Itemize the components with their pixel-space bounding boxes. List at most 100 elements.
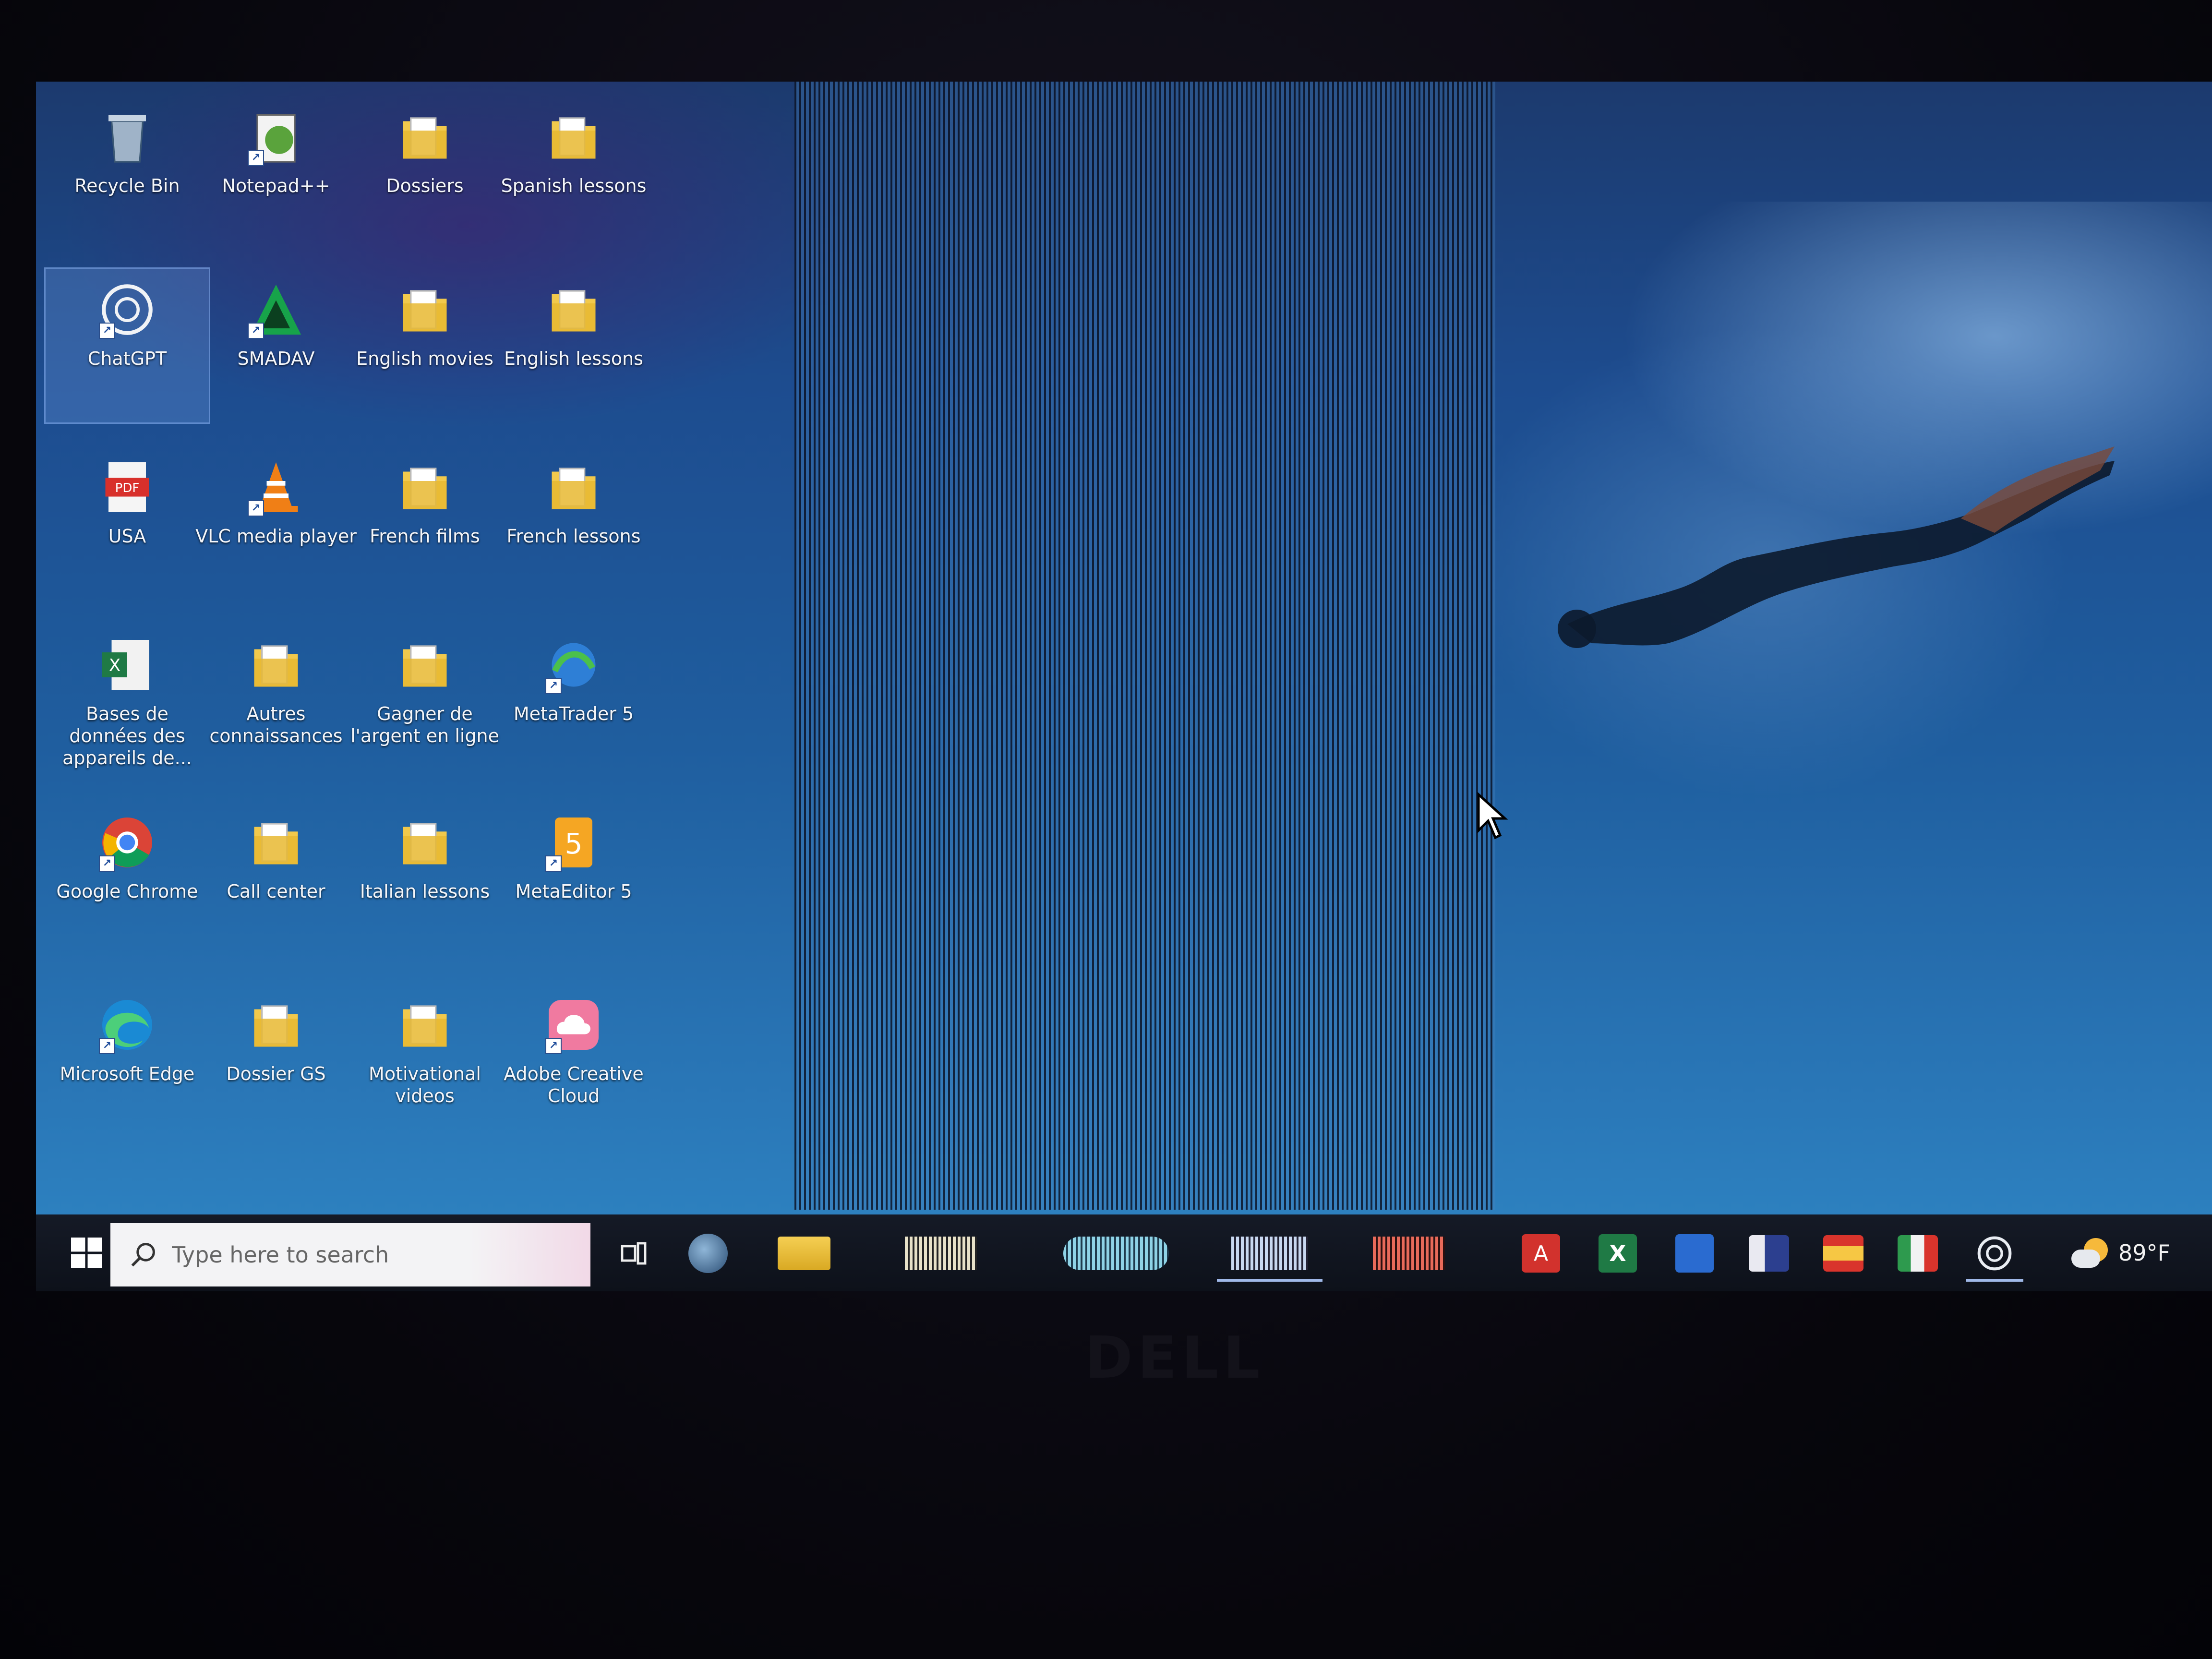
shortcut-arrow-icon: ↗ bbox=[248, 500, 264, 517]
folder-icon bbox=[394, 811, 456, 874]
desktop-icon-label: English movies bbox=[356, 348, 493, 369]
shortcut-arrow-icon: ↗ bbox=[99, 323, 115, 339]
task-view-button[interactable] bbox=[607, 1225, 660, 1282]
desktop-icon-label: Spanish lessons bbox=[501, 175, 647, 196]
display-artifact-stripes bbox=[794, 82, 1495, 1210]
folder-icon bbox=[542, 278, 605, 341]
desktop-icon[interactable]: ↗ Adobe Creative Cloud bbox=[492, 984, 655, 1138]
edge-icon: ↗ bbox=[96, 994, 158, 1056]
desktop-icon-label: Autres connaissances bbox=[209, 703, 343, 746]
desktop-icon[interactable]: ↗ SMADAV bbox=[194, 269, 358, 422]
weather-temperature: 89°F bbox=[2118, 1240, 2170, 1266]
desktop-icon[interactable]: Call center bbox=[194, 802, 358, 955]
desktop-icon[interactable]: ↗ ChatGPT bbox=[44, 267, 210, 424]
flag-folder-icon bbox=[1823, 1235, 1863, 1272]
metaeditor-icon: 5 ↗ bbox=[542, 811, 605, 874]
desktop-icon-label: Gagner de l'argent en ligne bbox=[350, 703, 500, 746]
desktop-icon-label: Motivational videos bbox=[369, 1063, 481, 1106]
shortcut-arrow-icon: ↗ bbox=[545, 1038, 562, 1054]
desktop-icon[interactable]: English movies bbox=[343, 269, 506, 422]
desktop-icon[interactable]: X Bases de données des appareils de... bbox=[46, 624, 209, 778]
taskbar-italian-folder[interactable] bbox=[1887, 1225, 1949, 1282]
weather-widget[interactable]: 89°F bbox=[2071, 1224, 2170, 1282]
windows-logo-icon bbox=[71, 1238, 102, 1268]
app-icon bbox=[1063, 1237, 1169, 1270]
chrome-icon: ↗ bbox=[96, 811, 158, 874]
desktop-icon[interactable]: PDF USA bbox=[46, 446, 209, 600]
shortcut-arrow-icon: ↗ bbox=[248, 323, 264, 339]
taskbar: A X 89°F bbox=[36, 1214, 2212, 1291]
desktop-icon[interactable]: French films bbox=[343, 446, 506, 600]
desktop-icon[interactable]: Italian lessons bbox=[343, 802, 506, 955]
shortcut-arrow-icon: ↗ bbox=[99, 855, 115, 872]
creative-cloud-icon: ↗ bbox=[542, 994, 605, 1056]
taskbar-spanish-folder[interactable] bbox=[1812, 1225, 1875, 1282]
taskbar-acrobat[interactable]: A bbox=[1510, 1225, 1572, 1282]
active-window-indicator bbox=[1217, 1279, 1322, 1282]
desktop-icon[interactable]: ↗ Google Chrome bbox=[46, 802, 209, 955]
excel-icon: X bbox=[1599, 1234, 1637, 1273]
desktop-icon[interactable]: ↗ VLC media player bbox=[194, 446, 358, 600]
flag-folder-icon bbox=[1749, 1235, 1789, 1272]
taskbar-excel[interactable]: X bbox=[1587, 1225, 1649, 1282]
desktop-icon[interactable]: Recycle Bin bbox=[46, 96, 209, 250]
shortcut-arrow-icon: ↗ bbox=[545, 678, 562, 694]
svg-text:5: 5 bbox=[565, 828, 582, 860]
desktop-icon[interactable]: Dossiers bbox=[343, 96, 506, 250]
folder-icon bbox=[778, 1237, 830, 1270]
mouse-cursor bbox=[1477, 792, 1508, 840]
folder-icon bbox=[245, 811, 307, 874]
recycle-bin-icon bbox=[96, 106, 158, 168]
taskbar-app-window-4[interactable] bbox=[1361, 1225, 1457, 1282]
taskbar-english-folder[interactable] bbox=[1738, 1225, 1800, 1282]
taskbar-app-window-1[interactable] bbox=[895, 1225, 986, 1282]
desktop-screen[interactable]: Recycle Bin ↗ Notepad++ Dossiers Spanish les… bbox=[36, 82, 2212, 1291]
desktop-icon-label: Adobe Creative Cloud bbox=[504, 1063, 644, 1106]
desktop-icon[interactable]: Motivational videos bbox=[343, 984, 506, 1138]
search-input[interactable] bbox=[171, 1241, 509, 1268]
notepad-plus-plus-icon: ↗ bbox=[245, 106, 307, 168]
svg-text:X: X bbox=[109, 656, 121, 675]
desktop-icon[interactable]: Gagner de l'argent en ligne bbox=[343, 624, 506, 778]
search-icon bbox=[131, 1243, 155, 1267]
folder-icon bbox=[394, 994, 456, 1056]
desktop-icon[interactable]: Autres connaissances bbox=[194, 624, 358, 778]
folder-icon bbox=[542, 106, 605, 168]
desktop-icon[interactable]: Dossier GS bbox=[194, 984, 358, 1138]
taskbar-chatgpt[interactable] bbox=[1961, 1225, 2028, 1282]
desktop-icon[interactable]: French lessons bbox=[492, 446, 655, 600]
taskbar-file-explorer[interactable] bbox=[766, 1225, 842, 1282]
folder-icon bbox=[245, 634, 307, 696]
desktop-icon-label: MetaTrader 5 bbox=[513, 703, 634, 724]
desktop-icon-label: Dossier GS bbox=[226, 1063, 326, 1084]
taskbar-avatar-app[interactable] bbox=[679, 1225, 737, 1282]
partly-sunny-icon bbox=[2071, 1238, 2108, 1268]
desktop-icon[interactable]: 5 ↗ MetaEditor 5 bbox=[492, 802, 655, 955]
task-view-icon bbox=[621, 1242, 647, 1265]
taskbar-app-window-2[interactable] bbox=[1054, 1225, 1178, 1282]
folder-icon bbox=[542, 456, 605, 518]
folder-icon bbox=[394, 106, 456, 168]
folder-icon bbox=[394, 456, 456, 518]
desktop-icon[interactable]: English lessons bbox=[492, 269, 655, 422]
desktop-icon[interactable]: ↗ MetaTrader 5 bbox=[492, 624, 655, 778]
desktop-icon-label: MetaEditor 5 bbox=[515, 881, 632, 902]
desktop-icon-label: SMADAV bbox=[237, 348, 315, 369]
desktop-icon-label: Microsoft Edge bbox=[60, 1063, 195, 1084]
taskbar-app-window-3[interactable] bbox=[1212, 1225, 1327, 1282]
taskbar-word[interactable] bbox=[1663, 1225, 1726, 1282]
desktop-icon[interactable]: Spanish lessons bbox=[492, 96, 655, 250]
metatrader-icon: ↗ bbox=[542, 634, 605, 696]
desktop-icon-label: Call center bbox=[227, 881, 325, 902]
app-icon bbox=[905, 1237, 977, 1270]
desktop-icon-label: ChatGPT bbox=[87, 348, 167, 369]
desktop-icon-label: French films bbox=[370, 526, 480, 547]
desktop-icon[interactable]: ↗ Notepad++ bbox=[194, 96, 358, 250]
excel-file-icon: X bbox=[96, 634, 158, 696]
word-icon bbox=[1675, 1234, 1714, 1273]
desktop-icon-label: VLC media player bbox=[195, 526, 357, 547]
desktop-icon-label: Notepad++ bbox=[222, 175, 330, 196]
taskbar-search[interactable] bbox=[110, 1223, 590, 1286]
avatar-icon bbox=[688, 1234, 728, 1273]
desktop-icon[interactable]: ↗ Microsoft Edge bbox=[46, 984, 209, 1138]
